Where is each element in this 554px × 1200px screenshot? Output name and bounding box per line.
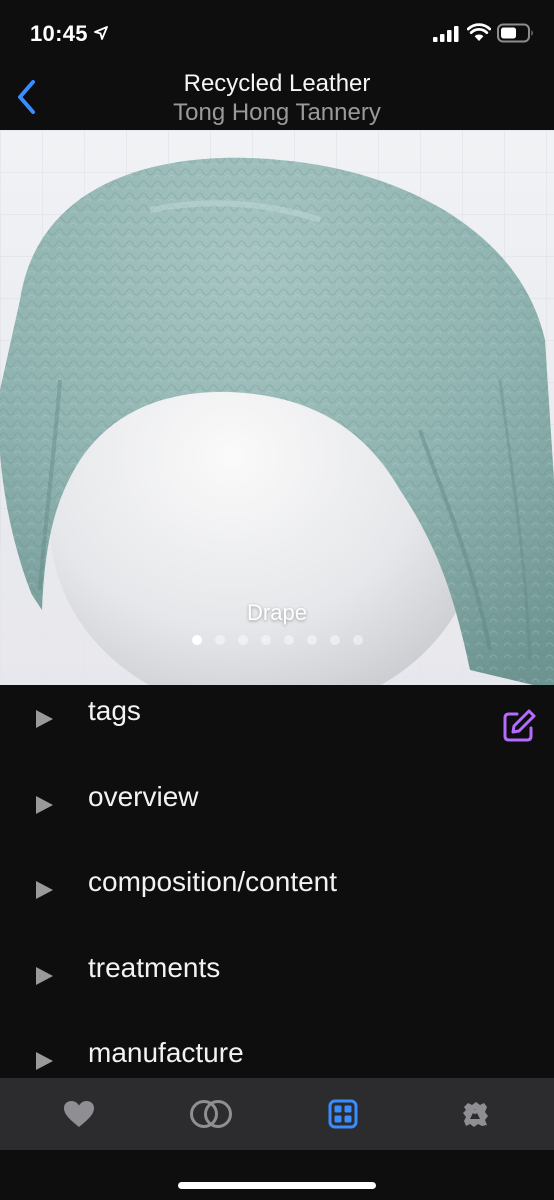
- page-dot[interactable]: [306, 635, 317, 645]
- page-title: Recycled Leather: [183, 70, 371, 97]
- grid-icon: [328, 1099, 358, 1129]
- section-label: composition/content: [88, 866, 338, 897]
- detail-sections-list: tags overview composition/content treatm…: [0, 685, 554, 1078]
- preview-caption: Drape: [247, 600, 307, 625]
- edit-square-pencil-icon: [503, 709, 536, 742]
- section-label: manufacture: [88, 1037, 244, 1068]
- section-manufacture[interactable]: manufacture: [0, 1027, 554, 1078]
- disclosure-triangle-icon: [36, 967, 53, 985]
- tab-bar: [0, 1078, 554, 1150]
- disclosure-triangle-icon: [36, 710, 53, 728]
- section-label: tags: [88, 695, 141, 726]
- section-overview[interactable]: overview: [0, 771, 554, 841]
- battery-icon: [497, 23, 533, 43]
- tab-favorites[interactable]: [10, 1078, 148, 1150]
- tab-compare[interactable]: [142, 1078, 280, 1150]
- page-dot[interactable]: [352, 635, 363, 645]
- tab-library[interactable]: [274, 1078, 412, 1150]
- carousel-page-indicator[interactable]: [0, 635, 554, 645]
- page-dot[interactable]: [260, 635, 271, 645]
- section-tags[interactable]: tags: [0, 685, 554, 755]
- material-preview-carousel[interactable]: Drape: [0, 130, 554, 685]
- overlap-circles-icon: [190, 1100, 232, 1128]
- page-dot[interactable]: [283, 635, 294, 645]
- section-label: treatments: [88, 952, 221, 983]
- wifi-icon: [467, 23, 491, 41]
- disclosure-triangle-icon: [36, 796, 53, 814]
- page-dot[interactable]: [214, 635, 225, 645]
- disclosure-triangle-icon: [36, 1052, 53, 1070]
- page-subtitle: Tong Hong Tannery: [173, 99, 381, 126]
- cellular-signal-icon: [433, 26, 459, 42]
- status-bar: 10:45: [0, 0, 554, 64]
- location-arrow-icon: [94, 26, 108, 40]
- tab-swatches[interactable]: [406, 1078, 544, 1150]
- home-indicator-area: [0, 1150, 554, 1200]
- section-treatments[interactable]: treatments: [0, 942, 554, 1012]
- disclosure-triangle-icon: [36, 881, 53, 899]
- home-indicator[interactable]: [178, 1182, 376, 1189]
- page-dot[interactable]: [191, 635, 202, 645]
- section-label: overview: [88, 781, 199, 812]
- page-dot[interactable]: [329, 635, 340, 645]
- navigation-bar: Recycled Leather Tong Hong Tannery: [0, 64, 554, 130]
- page-dot[interactable]: [237, 635, 248, 645]
- swatch-stamp-icon: [463, 1102, 488, 1127]
- heart-icon: [64, 1101, 94, 1127]
- edit-tags-button[interactable]: [500, 707, 538, 745]
- section-composition-content[interactable]: composition/content: [0, 856, 554, 926]
- status-time: 10:45: [30, 21, 88, 46]
